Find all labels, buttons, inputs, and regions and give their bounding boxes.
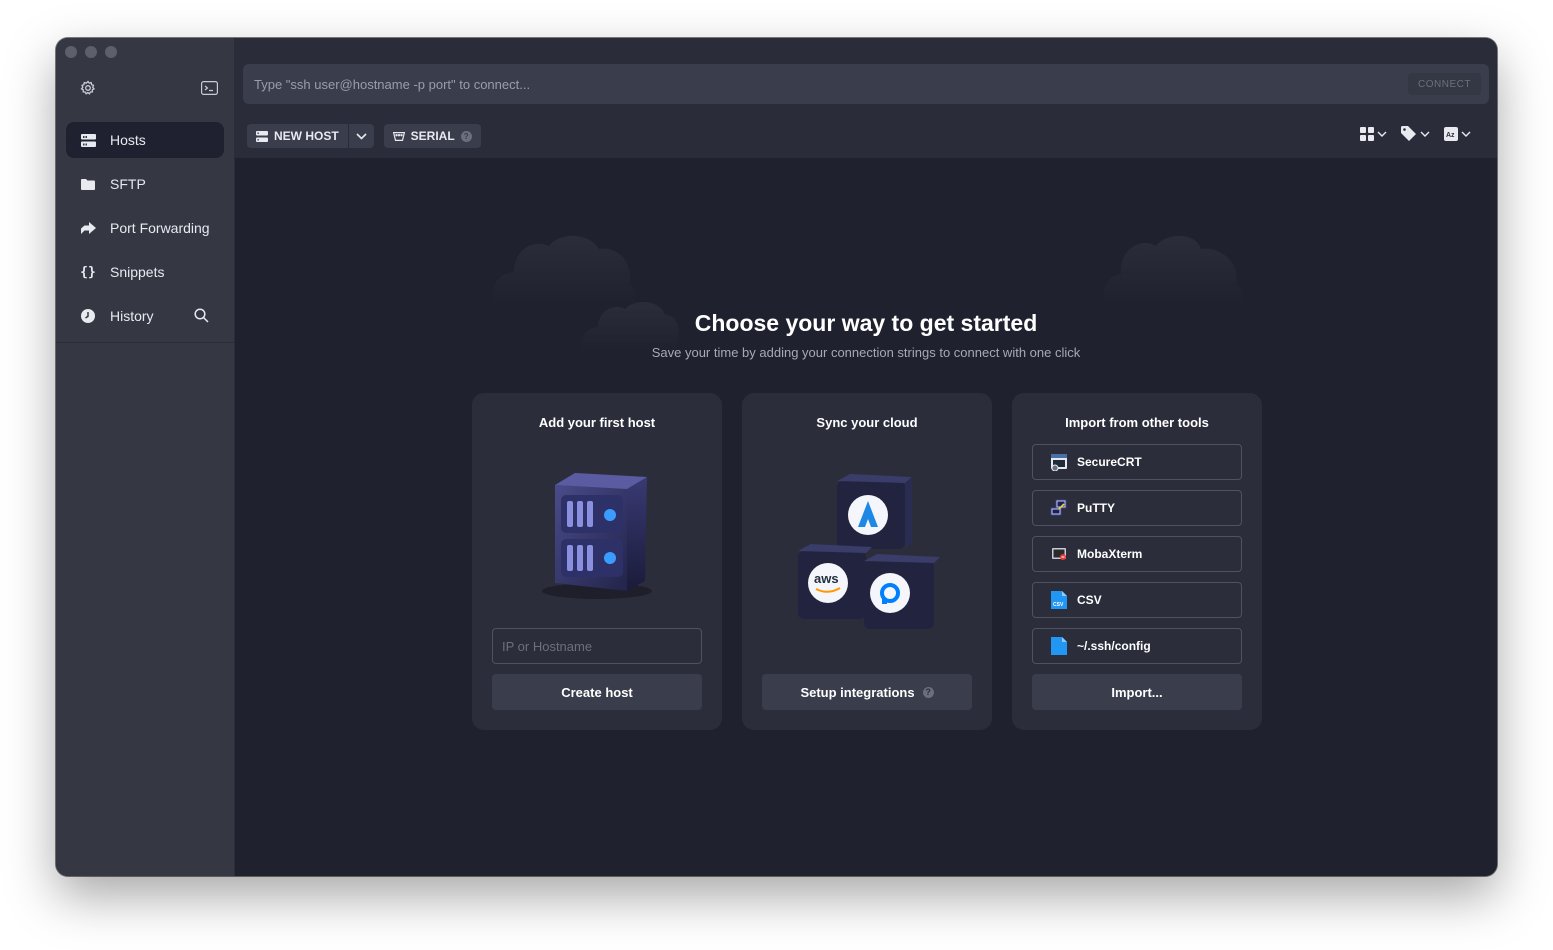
hosts-icon (80, 132, 96, 148)
tool-label: PuTTY (1077, 501, 1115, 515)
maximize-window-button[interactable] (105, 46, 117, 58)
help-icon[interactable]: ? (460, 130, 472, 142)
svg-text:CSV: CSV (1053, 602, 1064, 608)
sidebar-item-label: SFTP (110, 176, 146, 192)
view-controls: Az (1360, 126, 1471, 141)
page-subtitle: Save your time by adding your connection… (651, 345, 1081, 360)
chevron-down-icon (1461, 131, 1471, 137)
securecrt-icon (1049, 452, 1069, 472)
window-controls (65, 46, 117, 58)
command-bar: CONNECT (243, 64, 1489, 104)
serial-button[interactable]: SERIAL ? (384, 124, 481, 148)
tag-filter[interactable] (1401, 126, 1430, 141)
top-bar: CONNECT NEW HOST (235, 38, 1497, 158)
chevron-down-icon (1377, 131, 1387, 137)
server-illustration (472, 463, 722, 603)
import-tool-list: SecureCRT PuTTY MobaXterm CSV CSV ~/.ssh… (1032, 444, 1242, 674)
sidebar-item-port-forwarding[interactable]: Port Forwarding (66, 210, 224, 246)
svg-text:aws: aws (814, 571, 839, 586)
sidebar-item-history[interactable]: History (66, 298, 224, 334)
grid-view-toggle[interactable] (1360, 126, 1387, 141)
grid-icon (1360, 126, 1374, 141)
add-host-card: Add your first host IP or Hostname Creat… (472, 393, 722, 730)
search-icon[interactable] (194, 308, 210, 324)
mobaxterm-icon (1049, 544, 1069, 564)
tool-label: CSV (1077, 593, 1102, 607)
import-securecrt[interactable]: SecureCRT (1032, 444, 1242, 480)
serial-label: SERIAL (410, 129, 455, 143)
putty-icon (1049, 498, 1069, 518)
card-title: Add your first host (538, 415, 656, 430)
new-host-group: NEW HOST (247, 124, 374, 148)
sidebar-divider (56, 342, 234, 343)
ssh-command-input[interactable] (254, 76, 1409, 92)
port-forwarding-icon (80, 220, 96, 236)
new-host-button[interactable]: NEW HOST (247, 124, 348, 148)
tool-label: SecureCRT (1077, 455, 1142, 469)
import-csv[interactable]: CSV CSV (1032, 582, 1242, 618)
card-title: Import from other tools (1065, 415, 1209, 430)
file-icon (1049, 636, 1069, 656)
setup-integrations-label: Setup integrations (800, 684, 915, 700)
serial-port-icon (392, 131, 405, 141)
sidebar-item-label: Port Forwarding (110, 220, 210, 236)
minimize-window-button[interactable] (85, 46, 97, 58)
sidebar: Hosts SFTP Port Forwarding {} Snippets H… (56, 38, 235, 876)
new-host-label: NEW HOST (274, 129, 339, 143)
onboarding-cards: Add your first host IP or Hostname Creat… (472, 393, 1262, 730)
page-title: Choose your way to get started (694, 310, 1038, 336)
sidebar-item-label: Snippets (110, 264, 165, 280)
sidebar-item-sftp[interactable]: SFTP (66, 166, 224, 202)
sidebar-item-label: History (110, 308, 154, 324)
chevron-down-icon (1420, 131, 1430, 137)
terminal-icon[interactable] (199, 78, 219, 98)
app-window: Hosts SFTP Port Forwarding {} Snippets H… (56, 38, 1497, 876)
svg-text:Az: Az (1446, 132, 1455, 139)
serial-group: SERIAL ? (383, 124, 481, 148)
cloud-decoration-right (1104, 235, 1243, 304)
sync-cloud-card: Sync your cloud aws Setup integrations ? (742, 393, 992, 730)
sort-az-icon: Az (1444, 126, 1458, 141)
braces-icon: {} (80, 264, 96, 280)
import-putty[interactable]: PuTTY (1032, 490, 1242, 526)
sidebar-item-hosts[interactable]: Hosts (66, 122, 224, 158)
cloud-providers-illustration: aws (742, 471, 992, 636)
settings-gear-icon[interactable] (78, 78, 98, 98)
folder-icon (80, 176, 96, 192)
tag-icon (1401, 126, 1417, 141)
tool-label: MobaXterm (1077, 547, 1143, 561)
import-tools-card: Import from other tools SecureCRT PuTTY (1012, 393, 1262, 730)
import-ssh-config[interactable]: ~/.ssh/config (1032, 628, 1242, 664)
new-host-dropdown[interactable] (349, 124, 374, 148)
tool-label: ~/.ssh/config (1077, 639, 1151, 653)
sort-order[interactable]: Az (1444, 126, 1471, 141)
close-window-button[interactable] (65, 46, 77, 58)
sidebar-item-label: Hosts (110, 132, 146, 148)
chevron-down-icon (356, 132, 367, 140)
sidebar-nav: Hosts SFTP Port Forwarding {} Snippets H… (66, 122, 224, 342)
connect-button[interactable]: CONNECT (1408, 73, 1481, 95)
import-mobaxterm[interactable]: MobaXterm (1032, 536, 1242, 572)
history-icon (80, 308, 96, 324)
create-host-button[interactable]: Create host (492, 674, 702, 710)
csv-file-icon: CSV (1049, 590, 1069, 610)
hostname-input[interactable] (492, 628, 702, 664)
cloud-decoration-left (492, 235, 636, 304)
server-icon (256, 130, 268, 142)
import-button[interactable]: Import... (1032, 674, 1242, 710)
main-area: CONNECT NEW HOST (235, 38, 1497, 876)
sidebar-item-snippets[interactable]: {} Snippets (66, 254, 224, 290)
setup-integrations-button[interactable]: Setup integrations ? (762, 674, 972, 710)
host-toolbar: NEW HOST SERIAL ? (247, 124, 481, 148)
help-icon[interactable]: ? (922, 686, 934, 698)
card-title: Sync your cloud (816, 415, 918, 430)
